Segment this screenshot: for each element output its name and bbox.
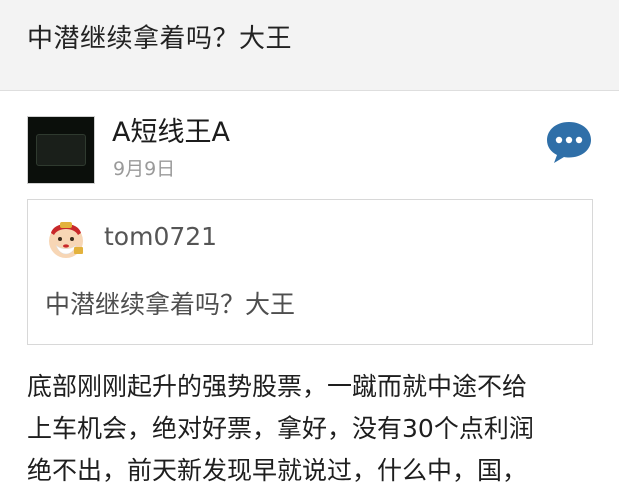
quoted-text: 中潜继续拿着吗？大王 bbox=[45, 290, 296, 319]
previous-post-text: 中潜继续拿着吗？大王 bbox=[27, 24, 293, 54]
fortune-god-avatar-icon bbox=[49, 222, 83, 258]
post-body-line: 上车机会，绝对好票，拿好，没有30个点利润 bbox=[27, 414, 534, 443]
post-card: A短线王A 9月9日 tom0721 中潜继续拿着吗？大王 底部刚刚起升的强势股… bbox=[0, 91, 619, 500]
post-body-line: 绝不出，前天新发现早就说过，什么中，国， bbox=[27, 456, 528, 485]
avatar-logo-frame bbox=[36, 134, 86, 166]
post-body: 底部刚刚起升的强势股票，一蹴而就中途不给 上车机会，绝对好票，拿好，没有30个点… bbox=[27, 366, 602, 492]
previous-post[interactable]: 中潜继续拿着吗？大王 bbox=[0, 0, 619, 91]
author-name[interactable]: A短线王A bbox=[112, 110, 230, 149]
post-body-line: 底部刚刚起升的强势股票，一蹴而就中途不给 bbox=[27, 372, 528, 401]
stock-logo-avatar-icon[interactable] bbox=[27, 116, 95, 184]
quoted-comment[interactable]: tom0721 中潜继续拿着吗？大王 bbox=[27, 199, 593, 345]
chat-bubble-icon[interactable] bbox=[544, 119, 594, 165]
post-date: 9月9日 bbox=[113, 158, 176, 180]
quoted-username[interactable]: tom0721 bbox=[104, 222, 217, 251]
